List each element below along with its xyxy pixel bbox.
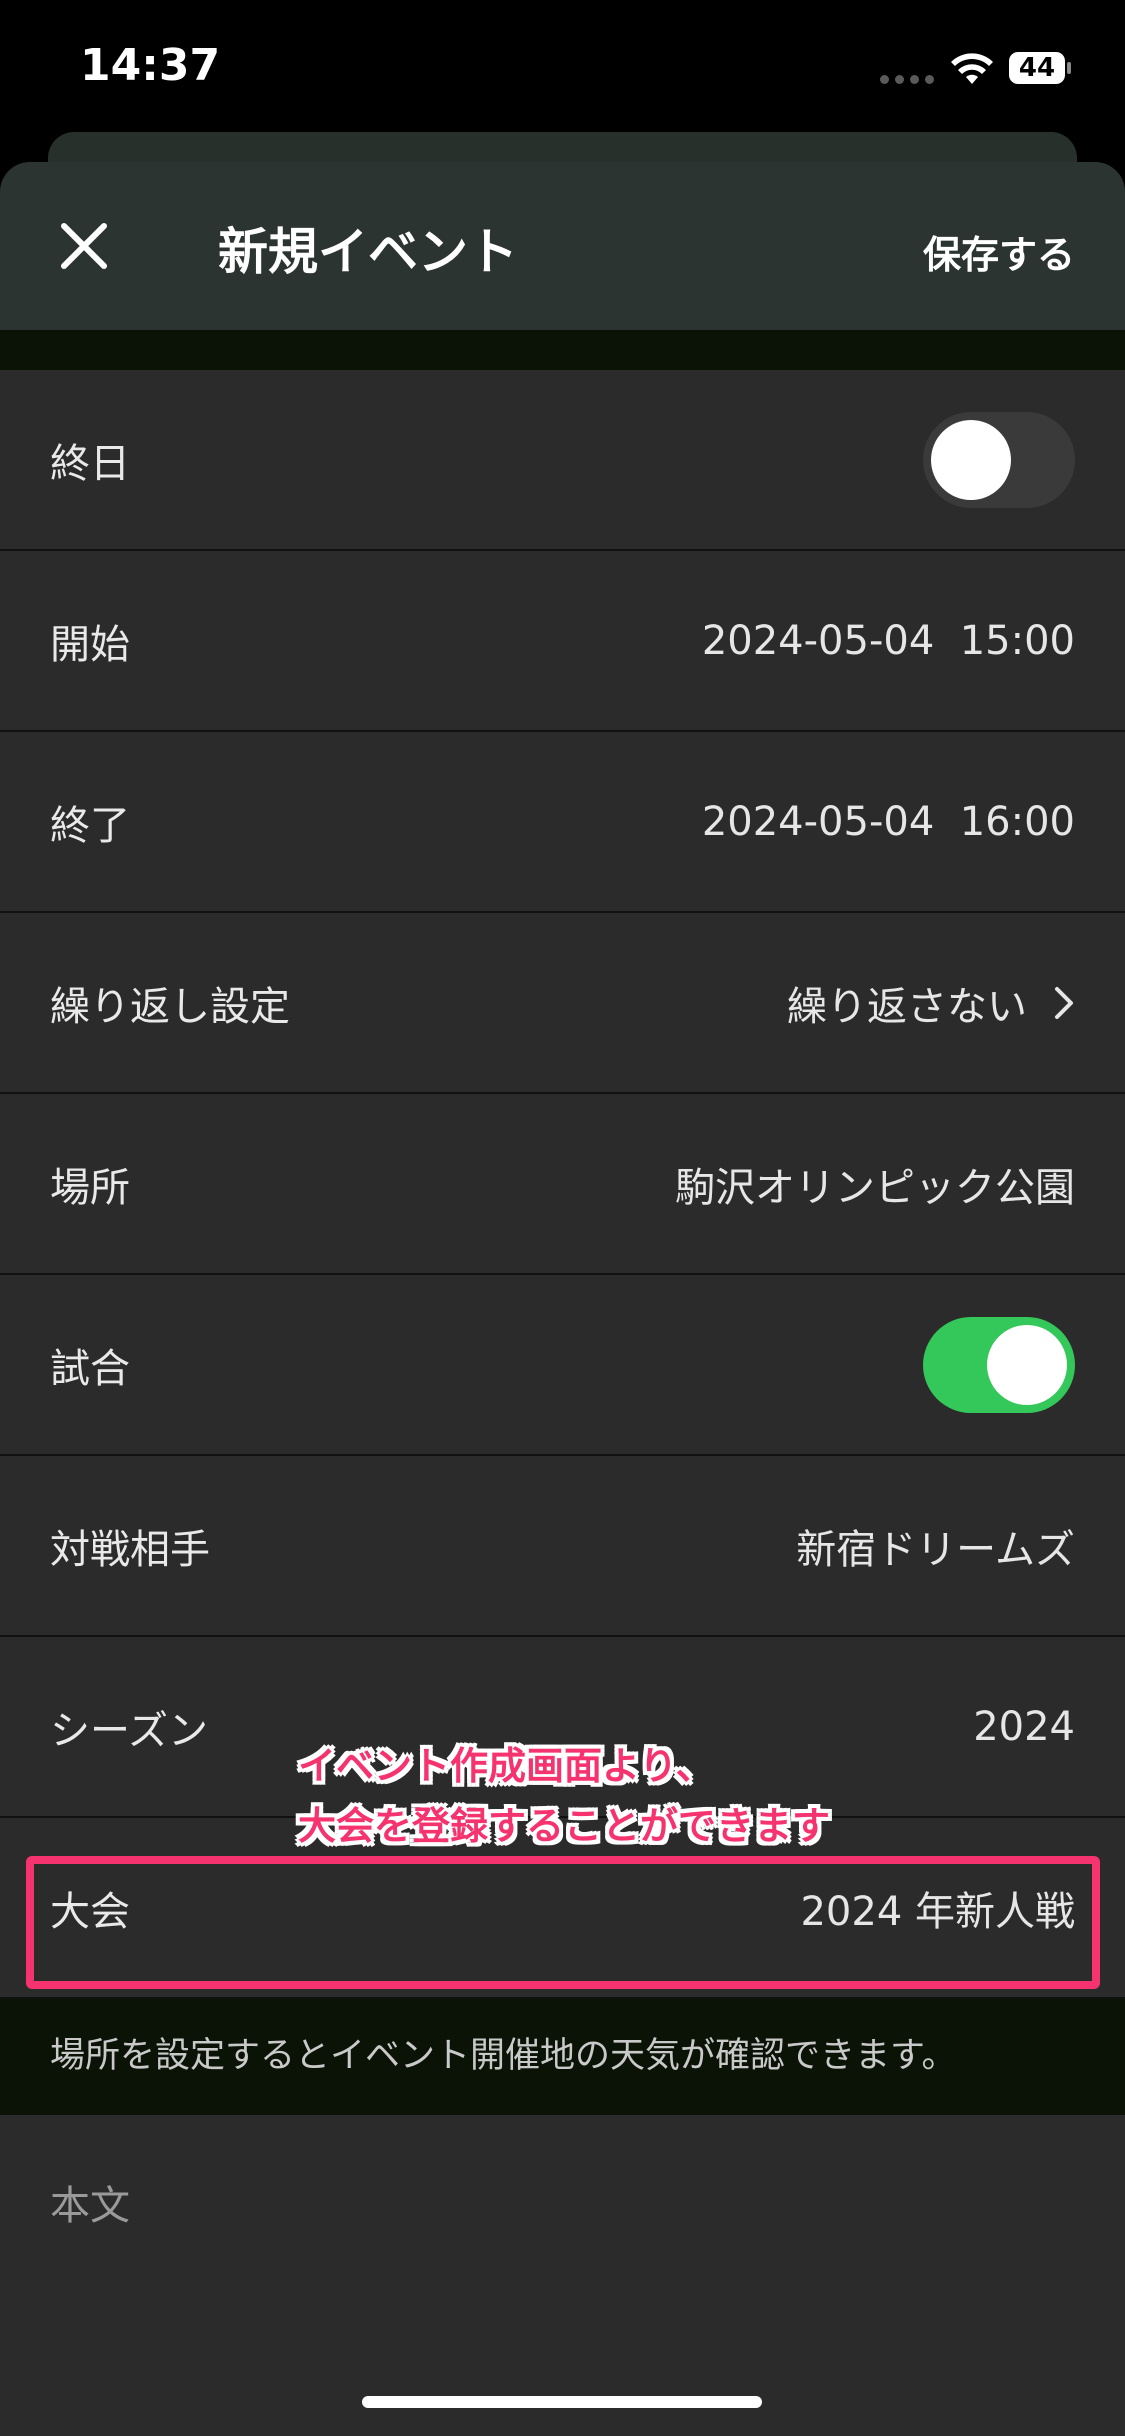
close-icon[interactable] xyxy=(52,214,116,278)
row-label: 試合 xyxy=(50,1345,130,1392)
battery-level: 44 xyxy=(1018,53,1056,83)
row-label: 対戦相手 xyxy=(50,1526,210,1573)
row-place[interactable]: 場所 駒沢オリンピック公園 xyxy=(0,1094,1125,1275)
all-day-toggle[interactable] xyxy=(923,411,1075,508)
body-field[interactable]: 本文 xyxy=(0,2115,1125,2436)
weather-hint-text: 場所を設定するとイベント開催地の天気が確認できます。 xyxy=(50,2036,957,2076)
repeat-value[interactable]: 繰り返さない xyxy=(787,974,1075,1032)
row-label: 繰り返し設定 xyxy=(50,983,290,1030)
nav-bar: 新規イベント 保存する xyxy=(0,162,1125,330)
end-datetime[interactable]: 2024-05-04 16:00 xyxy=(702,799,1075,845)
season-value[interactable]: 2024 xyxy=(973,1704,1075,1750)
row-label: シーズン xyxy=(50,1707,208,1754)
place-value[interactable]: 駒沢オリンピック公園 xyxy=(675,1155,1075,1213)
annotation-line: イベント作成画面より、 xyxy=(298,1744,714,1788)
row-label: 場所 xyxy=(50,1164,130,1211)
cellular-signal-icon xyxy=(880,75,936,85)
row-label: 終日 xyxy=(50,440,130,487)
save-button[interactable]: 保存する xyxy=(923,224,1075,279)
page-title: 新規イベント xyxy=(218,223,518,281)
row-start[interactable]: 開始 2024-05-04 15:00 xyxy=(0,551,1125,732)
row-opponent[interactable]: 対戦相手 新宿ドリームズ xyxy=(0,1456,1125,1637)
body-placeholder: 本文 xyxy=(50,2183,130,2229)
new-event-sheet: 新規イベント 保存する 終日 開始 2024-05-04 15:00 終了 20… xyxy=(0,162,1125,2436)
row-all-day: 終日 xyxy=(0,370,1125,551)
wifi-icon xyxy=(951,53,993,84)
row-repeat[interactable]: 繰り返し設定 繰り返さない xyxy=(0,913,1125,1094)
repeat-value-text: 繰り返さない xyxy=(787,983,1027,1030)
home-indicator[interactable] xyxy=(362,2396,762,2408)
chevron-right-icon xyxy=(1055,986,1073,1019)
status-bar: 14:37 44 xyxy=(0,0,1125,130)
start-datetime[interactable]: 2024-05-04 15:00 xyxy=(702,618,1075,664)
annotation-callout: イベント作成画面より、 大会を登録することができます xyxy=(298,1736,830,1856)
status-time: 14:37 xyxy=(80,40,221,91)
row-end[interactable]: 終了 2024-05-04 16:00 xyxy=(0,732,1125,913)
row-label: 開始 xyxy=(50,621,130,668)
annotation-line: 大会を登録することができます xyxy=(298,1804,831,1848)
match-toggle[interactable] xyxy=(923,1316,1075,1413)
row-label: 終了 xyxy=(50,802,130,849)
row-match: 試合 xyxy=(0,1275,1125,1456)
tournament-highlight-box xyxy=(26,1856,1100,1989)
battery-icon: 44 xyxy=(1008,50,1072,86)
hint-section: 場所を設定するとイベント開催地の天気が確認できます。 xyxy=(0,1999,1125,2115)
opponent-value[interactable]: 新宿ドリームズ xyxy=(796,1517,1075,1575)
event-form: 終日 開始 2024-05-04 15:00 終了 2024-05-04 16:… xyxy=(0,370,1125,2436)
